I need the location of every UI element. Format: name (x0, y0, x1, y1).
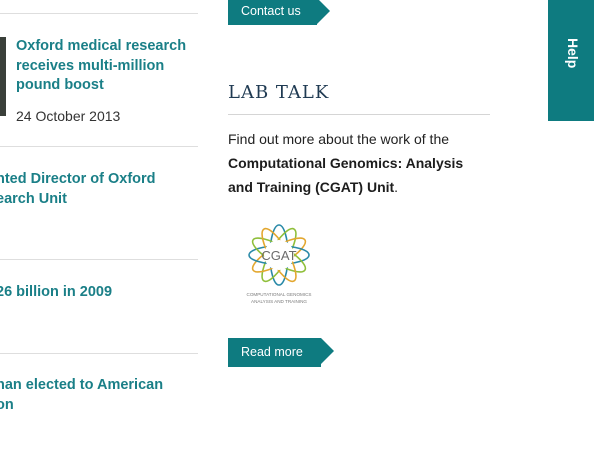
news-thumbnail[interactable] (0, 37, 6, 116)
divider (0, 353, 198, 354)
news-title-line[interactable]: Oxford medical research (16, 37, 206, 57)
divider (228, 114, 490, 115)
read-more-button[interactable]: Read more (228, 338, 334, 367)
logo-tagline: COMPUTATIONAL GENOMICS (247, 292, 312, 297)
news-item-title[interactable]: nted Director of Oxford earch Unit (0, 170, 186, 209)
news-item-title[interactable]: Oxford medical research receives multi-m… (16, 37, 206, 96)
news-title-line[interactable]: pound boost (16, 76, 206, 96)
divider (0, 146, 198, 147)
news-date: 24 October 2013 (16, 108, 121, 124)
news-title-line[interactable]: receives multi-million (16, 57, 206, 77)
punctuation: . (394, 179, 399, 195)
logo-tagline: ANALYSIS AND TRAINING (251, 299, 307, 304)
help-label[interactable]: Help (565, 38, 581, 68)
divider (0, 13, 198, 14)
logo-acronym: CGAT (261, 248, 296, 263)
news-title-line[interactable]: earch Unit (0, 190, 186, 210)
news-title-line[interactable]: 26 billion in 2009 (0, 283, 186, 303)
section-heading: LAB TALK (228, 82, 330, 103)
intro-text: Find out more about the work of the (228, 131, 450, 147)
news-title-line[interactable]: nted Director of Oxford (0, 170, 186, 190)
news-title-line[interactable]: on (0, 396, 186, 416)
contact-us-button[interactable]: Contact us (228, 0, 330, 25)
news-item-title[interactable]: 26 billion in 2009 (0, 283, 186, 303)
lab-talk-description: Find out more about the work of the Comp… (228, 127, 490, 199)
news-title-line[interactable]: nan elected to American (0, 376, 186, 396)
cgat-logo[interactable]: CGAT COMPUTATIONAL GENOMICS ANALYSIS AND… (236, 212, 322, 312)
news-item-title[interactable]: nan elected to American on (0, 376, 186, 415)
unit-name: Computational Genomics: Analysis and Tra… (228, 155, 464, 195)
divider (0, 259, 198, 260)
